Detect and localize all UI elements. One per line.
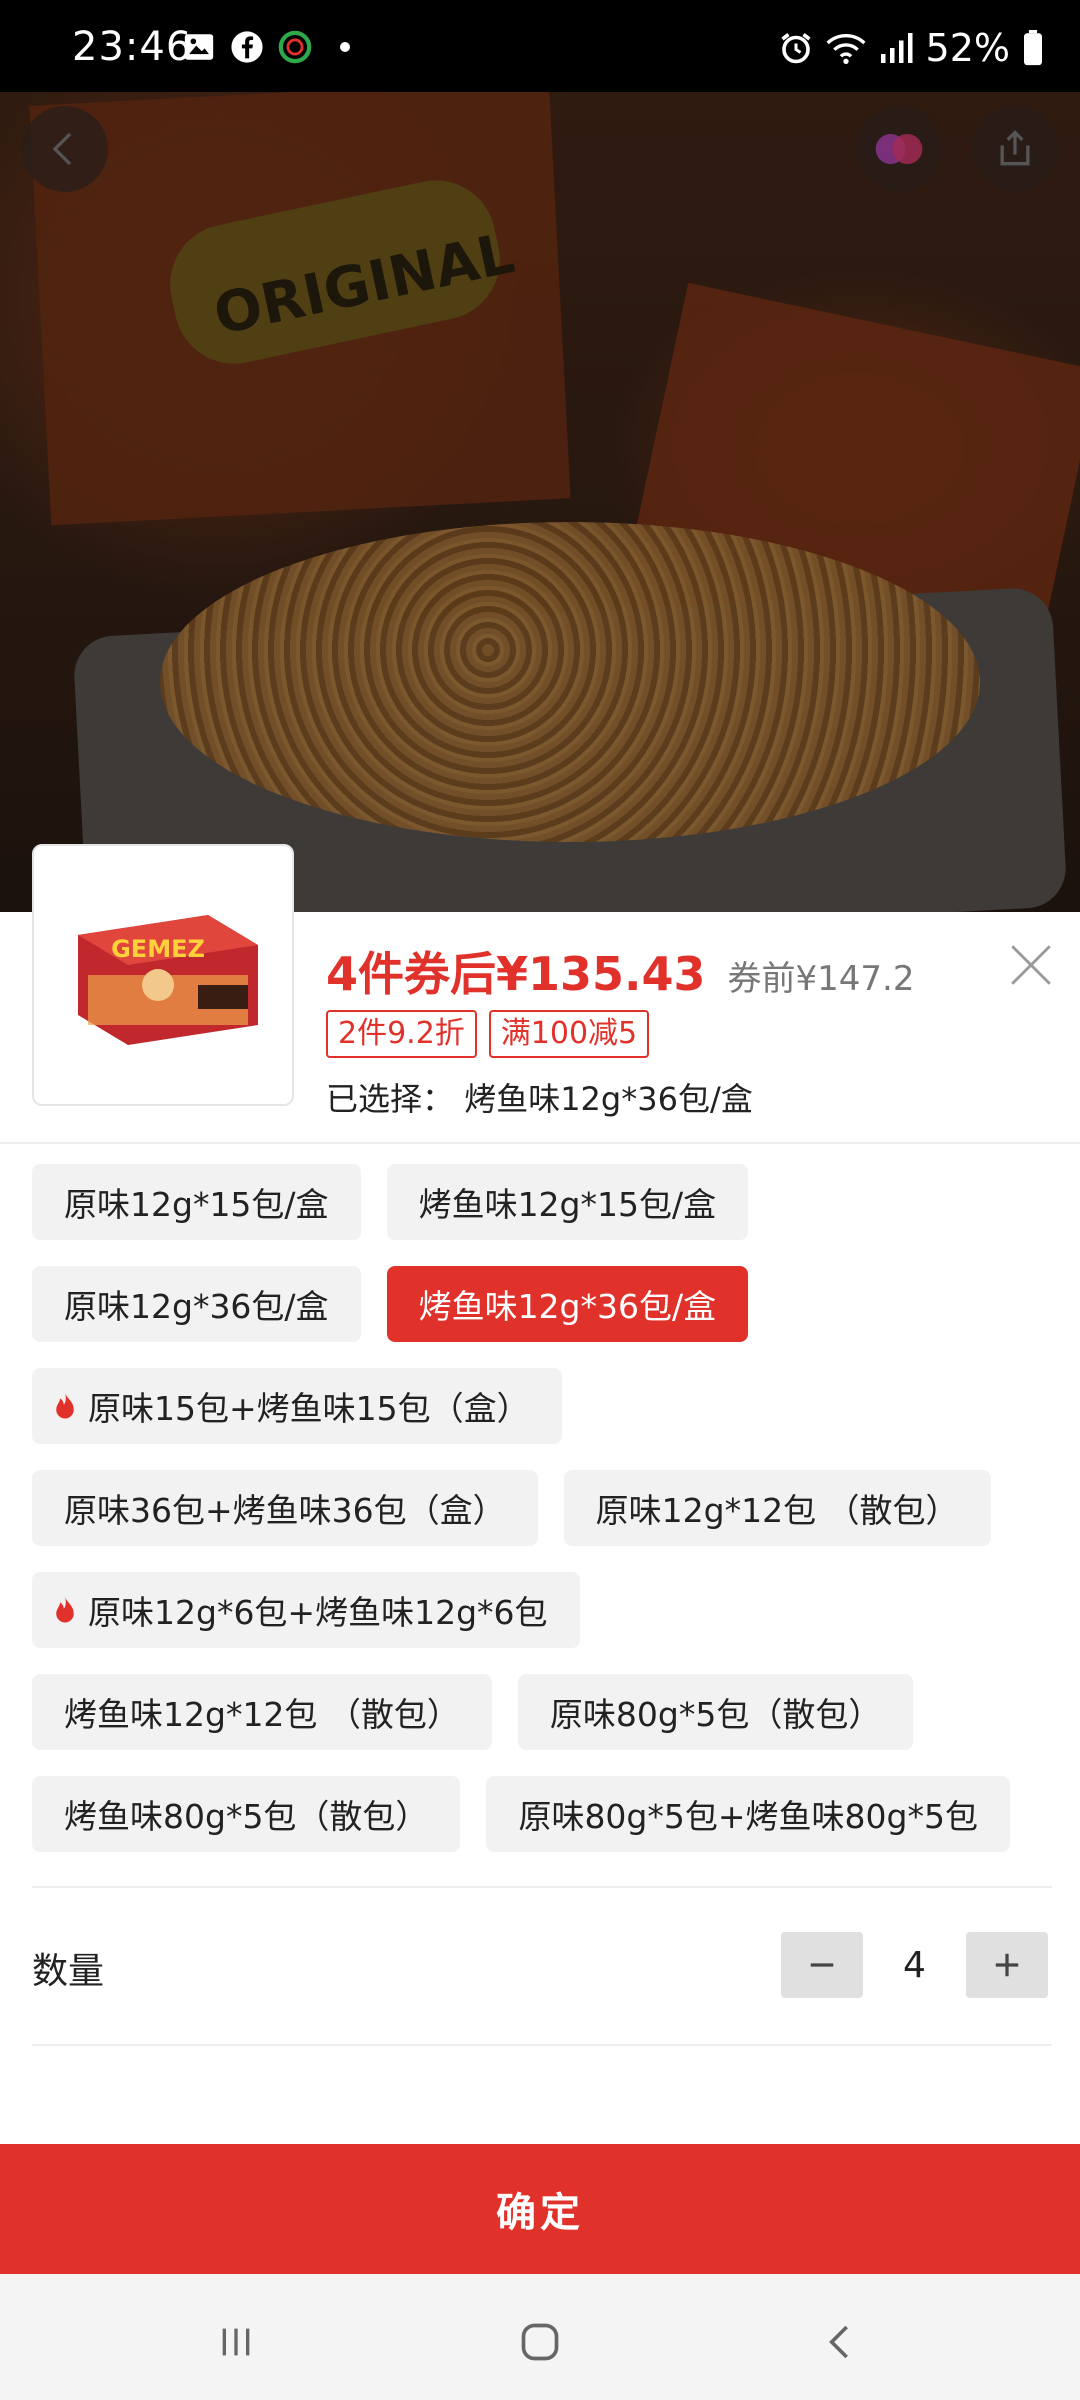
home-icon <box>521 2323 559 2361</box>
back-button[interactable] <box>22 106 108 192</box>
variant-option-label: 原味12g*36包/盒 <box>64 1287 329 1326</box>
variant-option[interactable]: 原味12g*15包/盒 <box>32 1164 361 1240</box>
brand-logo-icon <box>875 134 923 164</box>
original-price: 券前¥147.2 <box>727 959 915 999</box>
signal-icon <box>880 33 913 63</box>
flame-icon <box>56 1596 74 1623</box>
wifi-icon <box>826 34 866 64</box>
product-thumbnail[interactable]: GEMEZ <box>32 844 294 1106</box>
variant-option-label: 烤鱼味12g*15包/盒 <box>418 1185 717 1224</box>
variant-option[interactable]: 烤鱼味12g*12包 （散包） <box>32 1674 492 1750</box>
facebook-icon <box>231 31 263 63</box>
coupon-price: 4件券后¥135.43 <box>326 947 706 1001</box>
variant-option-label: 烤鱼味12g*36包/盒 <box>418 1287 717 1326</box>
divider <box>32 1886 1052 1888</box>
battery-icon <box>1024 30 1042 66</box>
quantity-label: 数量 <box>32 1951 105 1992</box>
variant-option[interactable]: 原味12g*12包 （散包） <box>563 1470 991 1546</box>
variant-option-label: 原味12g*15包/盒 <box>64 1185 329 1224</box>
variant-option-label: 原味12g*12包 （散包） <box>595 1491 959 1530</box>
brand-button[interactable] <box>856 106 942 192</box>
system-icons: 52% <box>778 26 1044 70</box>
system-navigation-bar <box>0 2274 1080 2400</box>
variant-option-label: 原味80g*5包+烤鱼味80g*5包 <box>518 1797 978 1836</box>
back-icon <box>829 2325 848 2359</box>
variant-option[interactable]: 原味36包+烤鱼味36包（盒） <box>32 1470 538 1546</box>
variant-option-hot[interactable]: 原味12g*6包+烤鱼味12g*6包 <box>32 1572 580 1648</box>
minus-icon <box>810 1963 834 1967</box>
close-button[interactable] <box>1006 940 1056 990</box>
battery-percentage: 52% <box>925 26 1010 70</box>
image-overlay <box>0 92 1080 912</box>
quantity-decrease-button[interactable] <box>781 1932 863 1998</box>
coupon-tag: 2件9.2折 <box>326 1010 477 1058</box>
variant-option-label: 烤鱼味12g*12包 （散包） <box>64 1695 460 1734</box>
variant-option-label: 原味36包+烤鱼味36包（盒） <box>64 1491 506 1530</box>
variant-option-label: 原味15包+烤鱼味15包（盒） <box>88 1389 530 1428</box>
product-image[interactable]: ORIGINAL <box>0 92 1080 912</box>
recent-apps-icon <box>222 2328 250 2356</box>
selected-label: 已选择： <box>326 1080 455 1118</box>
recent-apps-button[interactable] <box>206 2312 266 2372</box>
gallery-icon <box>184 34 214 60</box>
share-button[interactable] <box>972 106 1058 192</box>
thumbnail-brand-text: GEMEZ <box>111 935 205 963</box>
variant-option[interactable]: 原味80g*5包+烤鱼味80g*5包 <box>486 1776 1010 1852</box>
variant-option-label: 原味80g*5包（散包） <box>549 1695 882 1734</box>
chevron-left-icon <box>52 132 72 166</box>
quantity-value[interactable]: 4 <box>863 1932 966 1998</box>
app-notification-icon <box>278 30 312 64</box>
divider <box>32 2044 1052 2046</box>
product-box-image: GEMEZ <box>78 915 258 1045</box>
selected-value: 烤鱼味12g*36包/盒 <box>464 1080 753 1118</box>
variant-option-label: 原味12g*6包+烤鱼味12g*6包 <box>88 1593 548 1632</box>
variant-option[interactable]: 烤鱼味12g*15包/盒 <box>386 1164 749 1240</box>
notification-icons <box>182 30 350 64</box>
variant-options: 原味12g*15包/盒 烤鱼味12g*15包/盒 原味12g*36包/盒 烤鱼味… <box>32 1164 1052 1878</box>
divider <box>0 1142 1080 1144</box>
price-line: 4件券后¥135.43 券前¥147.2 <box>326 938 915 1004</box>
variant-option[interactable]: 原味12g*36包/盒 <box>32 1266 361 1342</box>
flame-icon <box>56 1392 74 1419</box>
variant-option[interactable]: 原味80g*5包（散包） <box>517 1674 914 1750</box>
close-icon <box>1011 945 1051 985</box>
home-button[interactable] <box>510 2312 570 2372</box>
sku-sheet: GEMEZ 4件券后¥135.43 券前¥147.2 2件9.2折 满100减5… <box>0 844 1080 2274</box>
quantity-increase-button[interactable] <box>966 1932 1048 1998</box>
variant-option[interactable]: 烤鱼味80g*5包（散包） <box>32 1776 461 1852</box>
variant-option-hot[interactable]: 原味15包+烤鱼味15包（盒） <box>32 1368 562 1444</box>
selected-variant-line: 已选择： 烤鱼味12g*36包/盒 <box>326 1074 753 1120</box>
coupon-tags: 2件9.2折 满100减5 <box>326 1010 650 1058</box>
alarm-icon <box>780 33 811 64</box>
plus-icon <box>995 1953 1019 1977</box>
confirm-button[interactable]: 确定 <box>0 2144 1080 2274</box>
coupon-tag: 满100减5 <box>488 1010 650 1058</box>
system-back-button[interactable] <box>810 2312 870 2372</box>
more-notifications-dot <box>340 42 350 52</box>
status-time: 23:46 <box>72 24 193 70</box>
variant-option-selected[interactable]: 烤鱼味12g*36包/盒 <box>386 1266 749 1342</box>
share-icon <box>1000 130 1030 166</box>
status-bar: 23:46 52% <box>0 0 1080 92</box>
variant-option-label: 烤鱼味80g*5包（散包） <box>64 1797 429 1836</box>
